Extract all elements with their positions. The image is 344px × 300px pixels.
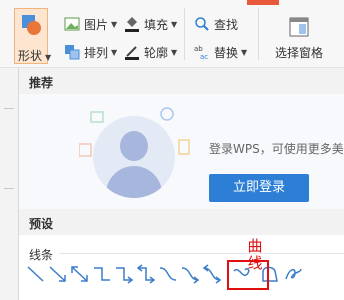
picture-icon — [64, 16, 80, 32]
fill-bucket-icon — [124, 16, 140, 32]
fill-label: 填充 — [144, 17, 169, 32]
arrange-button[interactable]: 排列 ▼ — [64, 42, 117, 62]
chevron-down-icon: ▼ — [45, 53, 52, 62]
curved-connector-icon[interactable] — [157, 263, 179, 285]
outline-button[interactable]: 轮廓 ▼ — [124, 42, 177, 62]
picture-button[interactable]: 图片 ▼ — [64, 14, 117, 34]
elbow-arrow-connector-icon[interactable] — [113, 263, 135, 285]
ribbon-divider — [258, 8, 259, 60]
avatar-illustration — [79, 104, 197, 216]
chevron-down-icon: ▼ — [241, 47, 248, 57]
svg-text:ab: ab — [194, 45, 203, 53]
next-category-label-clipped: ▁▁▁ — [29, 294, 57, 300]
ruler-mark — [4, 188, 14, 189]
replace-button[interactable]: ab ac 替换 ▼ — [194, 42, 247, 62]
recommend-header: 推荐 — [19, 68, 344, 94]
scribble-icon[interactable] — [283, 263, 305, 285]
elbow-connector-icon[interactable] — [91, 263, 113, 285]
curve-annotation: 曲线 — [247, 237, 263, 272]
chevron-down-icon: ▼ — [171, 47, 178, 57]
curved-arrow-connector-icon[interactable] — [179, 263, 201, 285]
svg-text:ac: ac — [200, 53, 208, 60]
shape-dropdown-panel: 推荐 登录WPS，可使用更多美 立即登录 预设 线条 曲线 — [18, 68, 344, 300]
search-icon — [194, 16, 210, 32]
outline-label: 轮廓 — [144, 45, 169, 60]
find-label: 查找 — [214, 17, 239, 32]
replace-label: 替换 — [214, 45, 239, 60]
replace-icon: ab ac — [194, 44, 210, 61]
selection-pane-icon — [289, 17, 309, 37]
ruler-mark — [4, 108, 14, 109]
elbow-double-arrow-connector-icon[interactable] — [135, 263, 157, 285]
shape-icon — [22, 15, 41, 35]
arrange-label: 排列 — [84, 45, 109, 60]
chevron-down-icon: ▼ — [171, 19, 178, 29]
preset-header: 预设 — [19, 209, 344, 235]
document-edge — [0, 68, 18, 300]
shape-button-label: 形状 — [18, 49, 43, 63]
chevron-down-icon: ▼ — [111, 19, 118, 29]
shape-button[interactable]: 形状 ▼ — [14, 8, 52, 64]
selection-pane-button[interactable]: 选择窗格 — [264, 16, 334, 61]
fill-button[interactable]: 填充 ▼ — [124, 14, 177, 34]
chevron-down-icon: ▼ — [111, 47, 118, 57]
outline-pen-icon — [124, 44, 140, 60]
promo-text: 登录WPS，可使用更多美 — [209, 142, 344, 156]
selection-pane-label: 选择窗格 — [274, 46, 323, 60]
line-icon[interactable] — [25, 263, 47, 285]
lines-divider — [59, 253, 344, 254]
login-button[interactable]: 立即登录 — [209, 174, 309, 202]
picture-label: 图片 — [84, 17, 109, 32]
avatar — [93, 116, 175, 198]
arrange-icon — [64, 44, 80, 60]
ribbon-toolbar: 形状 ▼ 图片 ▼ 填充 ▼ 排列 ▼ 轮廓 ▼ 查找 ab ac 替换 ▼ 选… — [0, 0, 344, 68]
lines-category-label: 线条 — [29, 248, 54, 262]
double-arrow-line-icon[interactable] — [69, 263, 91, 285]
arrow-line-icon[interactable] — [47, 263, 69, 285]
curved-double-arrow-connector-icon[interactable] — [201, 263, 223, 285]
ribbon-divider — [184, 8, 185, 60]
find-button[interactable]: 查找 — [194, 14, 238, 34]
active-tab-indicator — [247, 0, 279, 5]
